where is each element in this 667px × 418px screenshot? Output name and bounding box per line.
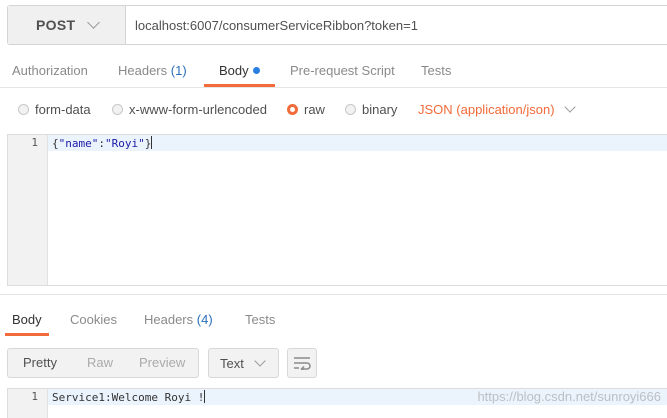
- radio-raw-label: raw: [304, 101, 325, 117]
- line-number: 1: [31, 136, 38, 149]
- radio-raw[interactable]: raw: [287, 96, 325, 122]
- code-brace-open: {: [52, 137, 59, 150]
- wrap-lines-icon: [294, 357, 311, 370]
- tab-headers[interactable]: Headers (1): [118, 54, 187, 88]
- response-tab-tests[interactable]: Tests: [245, 305, 275, 337]
- response-active-tab-indicator: [5, 333, 49, 336]
- response-code-line: Service1:Welcome Royi !: [52, 390, 206, 404]
- tab-headers-count: (1): [170, 63, 187, 78]
- response-tab-headers[interactable]: Headers (4): [144, 305, 213, 337]
- response-tab-headers-count: (4): [196, 312, 213, 327]
- request-body-editor[interactable]: 1 {"name":"Royi"}: [7, 134, 667, 286]
- preview-button[interactable]: Preview: [139, 349, 185, 377]
- tab-pre-request-script[interactable]: Pre-request Script: [290, 54, 395, 88]
- response-tab-cookies-label: Cookies: [70, 312, 117, 327]
- radio-form-data[interactable]: form-data: [18, 96, 91, 122]
- watermark: https://blog.csdn.net/sunroyi666: [477, 389, 661, 404]
- tab-body[interactable]: Body: [219, 54, 260, 88]
- response-tabs: Body Cookies Headers (4) Tests: [0, 305, 667, 337]
- tab-tests-label: Tests: [421, 63, 452, 78]
- radio-selected-icon: [287, 103, 298, 115]
- radio-circle-icon: [18, 103, 29, 115]
- line-number: 1: [31, 390, 38, 403]
- url-value: localhost:6007/consumerServiceRibbon?tok…: [135, 17, 418, 33]
- code-colon: :: [98, 137, 105, 150]
- raw-button[interactable]: Raw: [87, 349, 113, 377]
- radio-circle-icon: [345, 103, 356, 115]
- radio-urlencoded[interactable]: x-www-form-urlencoded: [112, 96, 267, 122]
- chevron-down-icon: [563, 100, 576, 113]
- chevron-down-icon: [87, 16, 101, 29]
- tab-headers-label: Headers: [118, 63, 168, 78]
- radio-form-data-label: form-data: [35, 101, 91, 117]
- code-key: "name": [58, 137, 99, 150]
- method-label: POST: [36, 17, 76, 33]
- content-type-label: JSON (application/json): [418, 101, 555, 117]
- code-line: {"name":"Royi"}: [52, 136, 153, 150]
- response-view-mode-group: Pretty Raw Preview: [7, 348, 199, 378]
- radio-urlencoded-label: x-www-form-urlencoded: [129, 101, 267, 117]
- tab-tests[interactable]: Tests: [421, 54, 451, 88]
- response-tab-body-label: Body: [12, 312, 42, 327]
- response-tab-cookies[interactable]: Cookies: [70, 305, 117, 337]
- content-type-select[interactable]: JSON (application/json): [418, 96, 576, 122]
- tab-body-label: Body: [219, 63, 249, 78]
- tab-prerequest-label: Pre-request Script: [290, 63, 395, 78]
- section-divider: [0, 294, 667, 295]
- active-tab-indicator: [204, 84, 275, 87]
- tab-authorization-label: Authorization: [12, 63, 88, 78]
- method-select[interactable]: POST: [8, 6, 126, 44]
- chevron-down-icon: [254, 354, 266, 367]
- radio-circle-icon: [112, 103, 123, 115]
- dot-icon: [252, 67, 260, 74]
- radio-binary-label: binary: [362, 101, 398, 117]
- response-format-select[interactable]: Text: [208, 348, 279, 378]
- wrap-lines-button[interactable]: [287, 348, 317, 378]
- request-url-bar: POST localhost:6007/consumerServiceRibbo…: [7, 5, 667, 45]
- request-tabs: Authorization Headers (1) Body Pre-reque…: [0, 54, 667, 88]
- pretty-button[interactable]: Pretty: [23, 349, 57, 377]
- response-format-label: Text: [220, 355, 244, 371]
- response-text: Service1:Welcome Royi !: [52, 391, 205, 404]
- text-cursor: [204, 390, 206, 403]
- response-tab-tests-label: Tests: [245, 312, 276, 327]
- text-cursor: [151, 136, 153, 149]
- url-input[interactable]: localhost:6007/consumerServiceRibbon?tok…: [126, 6, 667, 44]
- response-tab-headers-label: Headers: [144, 312, 194, 327]
- tab-authorization[interactable]: Authorization: [12, 54, 88, 88]
- radio-binary[interactable]: binary: [345, 96, 397, 122]
- code-value: "Royi": [105, 137, 145, 150]
- line-gutter: [8, 135, 48, 285]
- code-brace-close: }: [144, 137, 152, 150]
